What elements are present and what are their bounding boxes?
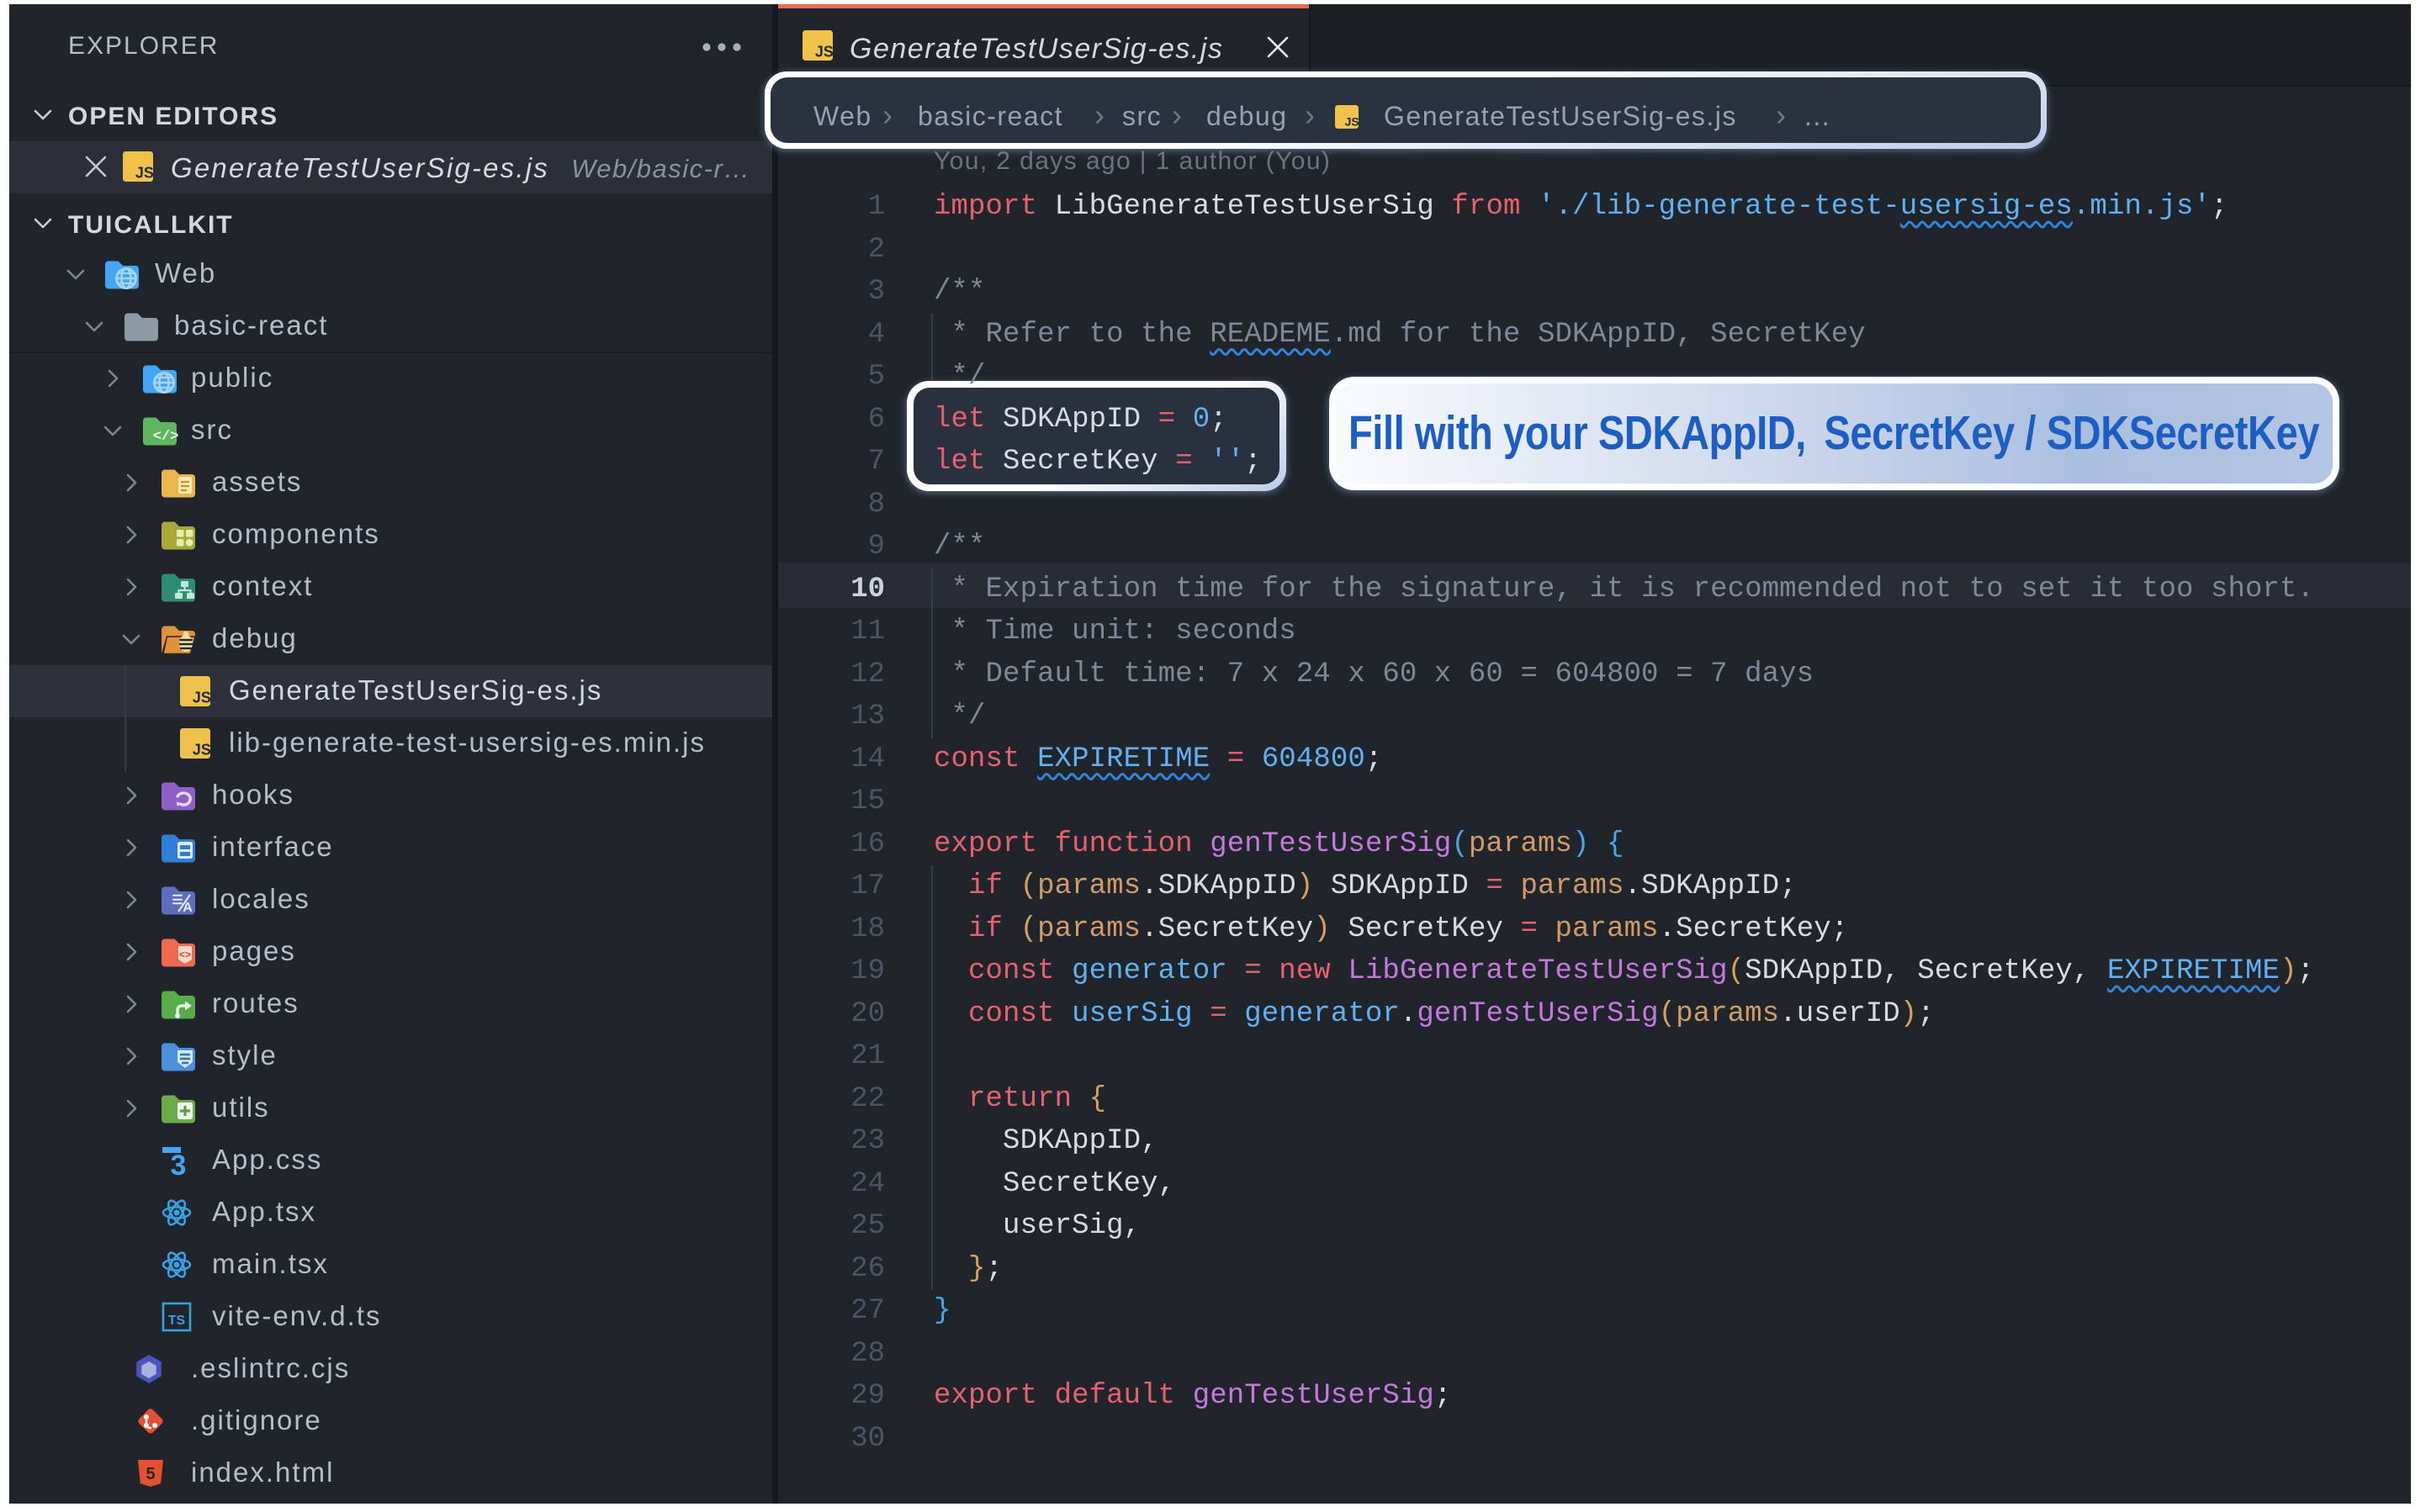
svg-text:JS: JS <box>1345 115 1359 129</box>
svg-text:JS: JS <box>815 44 833 61</box>
